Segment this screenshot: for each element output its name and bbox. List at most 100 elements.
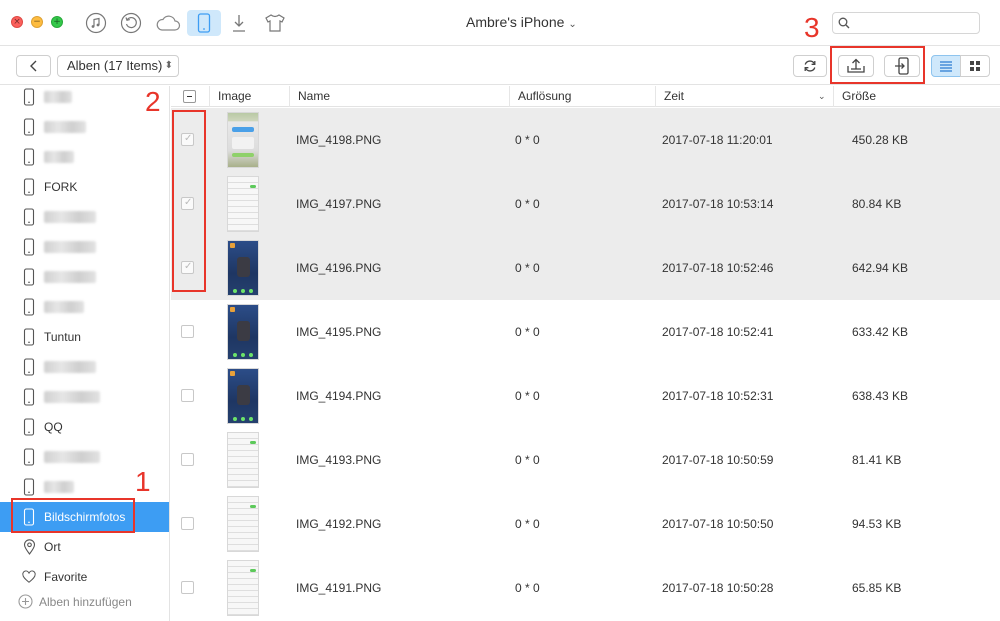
table-row[interactable]: IMG_4195.PNG 0 * 0 2017-07-18 10:52:41 633.…: [171, 300, 1000, 364]
screenshot-thumbnail[interactable]: [227, 176, 259, 232]
redacted-album-name: [44, 121, 86, 133]
redacted-album-name: [44, 91, 72, 103]
annotation-box-1: [11, 498, 135, 533]
annotation-number-1: 1: [135, 466, 151, 497]
toolkit-tab[interactable]: [258, 10, 292, 36]
resolution-value: 0 * 0: [515, 325, 540, 339]
file-name: IMG_4193.PNG: [296, 453, 382, 467]
chevron-down-icon: ⌄: [568, 19, 577, 30]
icloud-tab[interactable]: [151, 10, 185, 36]
iphone-icon: [22, 358, 36, 376]
refresh-button[interactable]: [793, 55, 827, 77]
back-button[interactable]: [16, 55, 51, 77]
row-checkbox[interactable]: [181, 581, 194, 594]
select-all-checkbox[interactable]: [183, 90, 196, 103]
search-input[interactable]: [853, 15, 973, 31]
sidebar-item[interactable]: [0, 232, 169, 262]
file-name: IMG_4198.PNG: [296, 133, 382, 147]
music-tab[interactable]: [79, 10, 113, 36]
sidebar-item[interactable]: [0, 382, 169, 412]
list-icon: [940, 61, 952, 72]
iphone-icon: [22, 178, 36, 196]
row-checkbox[interactable]: [181, 325, 194, 338]
photo-table: Image Name Auflösung Zeit ⌄ Größe ✓ IMG_4…: [171, 86, 1000, 621]
table-row[interactable]: ✓ IMG_4196.PNG 0 * 0 2017-07-18 10:52:46 642…: [171, 236, 1000, 300]
sidebar-item[interactable]: [0, 352, 169, 382]
music-icon: [85, 12, 107, 34]
sidebar-item[interactable]: Tuntun: [0, 322, 169, 352]
minimize-window-button[interactable]: −: [31, 16, 43, 28]
close-icon: ×: [13, 17, 21, 27]
row-checkbox[interactable]: [181, 517, 194, 530]
table-row[interactable]: ✓ IMG_4198.PNG 0 * 0 2017-07-18 11:20:01 450…: [171, 108, 1000, 172]
download-tab[interactable]: [222, 10, 256, 36]
sidebar-item[interactable]: FORK: [0, 172, 169, 202]
redacted-album-name: [44, 241, 96, 253]
sidebar-item-label: Tuntun: [44, 330, 81, 344]
file-size: 638.43 KB: [852, 389, 909, 403]
sidebar-item[interactable]: QQ: [0, 412, 169, 442]
screenshot-thumbnail[interactable]: [227, 368, 259, 424]
iphone-icon: [22, 208, 36, 226]
album-select[interactable]: Alben (17 Items) ⬍: [57, 55, 179, 77]
timestamp: 2017-07-18 10:52:41: [662, 325, 774, 339]
close-window-button[interactable]: ×: [11, 16, 23, 28]
title-bar: × − + Ambre's iPhone ⌄: [0, 0, 1000, 46]
table-row[interactable]: ✓ IMG_4197.PNG 0 * 0 2017-07-18 10:53:14 80.…: [171, 172, 1000, 236]
updown-chevron-icon: ⬍: [164, 60, 173, 71]
sidebar-item[interactable]: [0, 262, 169, 292]
screenshot-thumbnail[interactable]: [227, 560, 259, 616]
grid-icon: [970, 61, 980, 71]
add-album-button[interactable]: Alben hinzufügen: [18, 594, 132, 609]
grid-view-button[interactable]: [960, 55, 990, 77]
album-select-label: Alben (17 Items): [67, 58, 163, 73]
table-row[interactable]: IMG_4193.PNG 0 * 0 2017-07-18 10:50:59 81.4…: [171, 428, 1000, 492]
maximize-window-button[interactable]: +: [51, 16, 63, 28]
column-header-time[interactable]: Zeit ⌄: [655, 86, 833, 107]
column-header-size[interactable]: Größe: [833, 86, 1000, 107]
file-name: IMG_4195.PNG: [296, 325, 382, 339]
timestamp: 2017-07-18 10:50:28: [662, 581, 774, 595]
device-tab[interactable]: [187, 10, 221, 36]
sidebar-item[interactable]: [0, 142, 169, 172]
table-row[interactable]: IMG_4192.PNG 0 * 0 2017-07-18 10:50:50 94.5…: [171, 492, 1000, 556]
screenshot-thumbnail[interactable]: [227, 112, 259, 168]
screenshot-thumbnail[interactable]: [227, 304, 259, 360]
refresh-icon: [804, 60, 816, 72]
search-field[interactable]: [832, 12, 980, 34]
minimize-icon: −: [33, 17, 41, 27]
sidebar-item[interactable]: Ort: [0, 532, 169, 562]
list-view-button[interactable]: [931, 55, 961, 77]
sidebar-item-label: Ort: [44, 540, 61, 554]
iphone-icon: [22, 88, 36, 106]
row-checkbox[interactable]: [181, 453, 194, 466]
file-size: 81.41 KB: [852, 453, 902, 467]
table-row[interactable]: IMG_4191.PNG 0 * 0 2017-07-18 10:50:28 65.8…: [171, 556, 1000, 620]
sidebar-item[interactable]: [0, 292, 169, 322]
device-selector[interactable]: Ambre's iPhone ⌄: [466, 14, 577, 30]
column-header-name[interactable]: Name: [289, 86, 509, 107]
backup-tab[interactable]: [114, 10, 148, 36]
sort-desc-icon: ⌄: [818, 91, 826, 101]
table-row[interactable]: IMG_4194.PNG 0 * 0 2017-07-18 10:52:31 638.…: [171, 364, 1000, 428]
resolution-value: 0 * 0: [515, 197, 540, 211]
screenshot-thumbnail[interactable]: [227, 240, 259, 296]
file-name: IMG_4196.PNG: [296, 261, 382, 275]
search-icon: [838, 17, 850, 29]
timestamp: 2017-07-18 10:53:14: [662, 197, 774, 211]
file-name: IMG_4192.PNG: [296, 517, 382, 531]
screenshot-thumbnail[interactable]: [227, 496, 259, 552]
timestamp: 2017-07-18 10:52:31: [662, 389, 774, 403]
redacted-album-name: [44, 211, 96, 223]
sidebar-item[interactable]: Favorite: [0, 562, 169, 592]
row-checkbox[interactable]: [181, 389, 194, 402]
add-album-label: Alben hinzufügen: [39, 594, 132, 609]
sidebar-item[interactable]: [0, 202, 169, 232]
screenshot-thumbnail[interactable]: [227, 432, 259, 488]
iphone-icon: [22, 118, 36, 136]
column-header-image[interactable]: Image: [209, 86, 289, 107]
column-header-resolution[interactable]: Auflösung: [509, 86, 655, 107]
file-name: IMG_4194.PNG: [296, 389, 382, 403]
timestamp: 2017-07-18 10:50:59: [662, 453, 774, 467]
app-window: × − + Ambre's iPhone ⌄ Alben (17 Items) …: [0, 0, 1000, 621]
